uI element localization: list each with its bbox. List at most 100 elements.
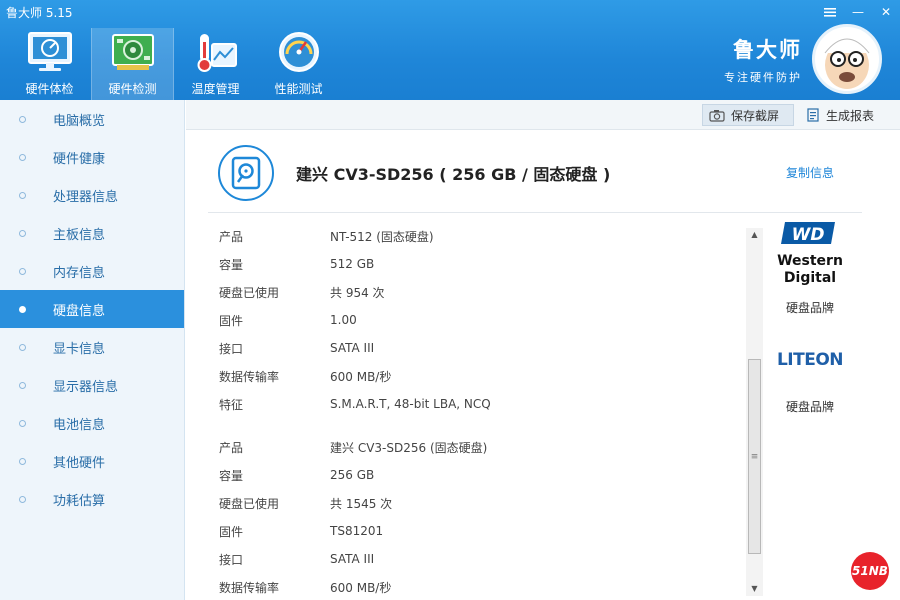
info-value: 512 GB [330,257,375,271]
info-row: 接口 SATA III [219,545,739,573]
sidebar-item-cpu[interactable]: 处理器信息 [0,176,184,214]
info-value: 共 954 次 [330,285,385,300]
brand-name: 鲁大师 [733,38,802,62]
svg-text:Western: Western [777,253,843,269]
sidebar-item-power[interactable]: 功耗估算 [0,480,184,518]
bullet-icon [19,192,26,199]
scroll-thumb[interactable]: ≡ [748,359,761,554]
info-row: 容量 256 GB [219,461,739,489]
info-row: 产品 建兴 CV3-SD256 (固态硬盘) [219,433,739,461]
camera-icon [709,109,725,122]
svg-text:WD: WD [792,225,825,245]
bullet-icon [19,306,26,313]
sidebar-item-memory[interactable]: 内存信息 [0,252,184,290]
tab-hardware-checkup[interactable]: 硬件体检 [8,28,91,100]
info-row: 硬盘已使用 共 954 次 [219,278,739,306]
app-title: 鲁大师 5.15 [6,6,73,20]
sidebar-item-label: 其他硬件 [53,455,106,471]
tab-label: 硬件体检 [25,82,74,96]
brand-caption: 硬盘品牌 [785,301,834,315]
sidebar: 电脑概览 硬件健康 处理器信息 主板信息 内存信息 硬盘信息 显卡信息 显示器信… [0,100,185,600]
bullet-icon [19,458,26,465]
info-value: 1.00 [330,313,357,327]
info-row: 固件 1.00 [219,306,739,334]
sidebar-item-health[interactable]: 硬件健康 [0,138,184,176]
sidebar-item-label: 电池信息 [53,417,106,433]
sidebar-item-label: 功耗估算 [53,493,106,509]
scroll-down-icon[interactable]: ▼ [746,582,763,596]
sidebar-item-label: 电脑概览 [53,113,106,129]
report-icon [807,108,819,122]
info-key: 固件 [219,524,244,539]
sidebar-item-battery[interactable]: 电池信息 [0,404,184,442]
bullet-icon [19,154,26,161]
info-key: 特征 [219,397,244,412]
bullet-icon [19,268,26,275]
info-key: 数据传输率 [219,580,280,595]
sidebar-item-label: 硬盘信息 [53,303,106,319]
brand-slogan: 专注硬件防护 [724,71,802,84]
tab-hardware-detect[interactable]: 硬件检测 [91,28,174,100]
thermometer-icon [197,34,237,72]
close-button[interactable]: ✕ [872,0,900,24]
info-key: 固件 [219,313,244,328]
info-value: 建兴 CV3-SD256 (固态硬盘) [330,440,488,455]
info-value: SATA III [330,552,375,566]
sidebar-item-other[interactable]: 其他硬件 [0,442,184,480]
info-value: 600 MB/秒 [330,369,392,384]
info-row: 硬盘已使用 共 1545 次 [219,489,739,517]
info-row: 固件 TS81201 [219,517,739,545]
divider [208,212,862,213]
window-controls: — ✕ [816,0,900,24]
info-key: 容量 [219,468,244,483]
tab-label: 性能测试 [274,82,323,96]
monitor-check-icon [27,32,72,71]
info-value: 共 1545 次 [330,496,393,511]
avatar[interactable] [812,24,882,94]
info-value: S.M.A.R.T, 48-bit LBA, NCQ [330,397,491,411]
bullet-icon [19,230,26,237]
info-row: 特征 S.M.A.R.T, 48-bit LBA, NCQ [219,390,739,418]
minimize-button[interactable]: — [844,0,872,24]
info-value: SATA III [330,341,375,355]
bullet-icon [19,344,26,351]
sidebar-item-disk[interactable]: 硬盘信息 [0,290,184,328]
scrollbar[interactable]: ▲ ≡ ▼ [746,228,763,596]
brand: 鲁大师 专注硬件防护 [724,34,802,85]
generate-report-button[interactable]: 生成报表 [804,104,874,126]
tab-temperature[interactable]: 温度管理 [174,28,257,100]
generate-report-label: 生成报表 [826,108,875,123]
brand-column: WD Western Digital 硬盘品牌 LITEON 硬盘品牌 [770,218,850,415]
info-key: 产品 [219,229,244,244]
sidebar-item-label: 处理器信息 [53,189,119,205]
sidebar-item-label: 内存信息 [53,265,106,281]
tab-performance[interactable]: 性能测试 [257,28,340,100]
sidebar-item-monitor[interactable]: 显示器信息 [0,366,184,404]
copy-info-link[interactable]: 复制信息 [786,164,834,181]
menu-icon[interactable] [816,0,844,24]
info-row: 产品 NT-512 (固态硬盘) [219,222,739,250]
main-tabs: 硬件体检 硬件检测 温度管理 性能测试 [8,28,340,100]
save-screenshot-button[interactable]: 保存截屏 [702,104,794,126]
sidebar-item-motherboard[interactable]: 主板信息 [0,214,184,252]
disk-title: 建兴 CV3-SD256 ( 256 GB / 固态硬盘 ) [296,165,611,184]
scroll-up-icon[interactable]: ▲ [746,228,763,242]
svg-text:Digital: Digital [784,270,836,286]
info-row: 接口 SATA III [219,334,739,362]
save-screenshot-label: 保存截屏 [731,108,780,123]
sidebar-item-overview[interactable]: 电脑概览 [0,100,184,138]
sidebar-item-gpu[interactable]: 显卡信息 [0,328,184,366]
bullet-icon [19,496,26,503]
info-row: 容量 512 GB [219,250,739,278]
bullet-icon [19,420,26,427]
info-key: 硬盘已使用 [219,496,280,511]
info-row: 数据传输率 600 MB/秒 [219,362,739,390]
watermark-logo: 51NB [851,552,889,590]
info-key: 接口 [219,552,244,567]
info-row: 数据传输率 600 MB/秒 [219,573,739,600]
info-value: 256 GB [330,468,375,482]
disk-info-list: 产品 NT-512 (固态硬盘) 容量 512 GB 硬盘已使用 共 954 次 固件… [219,222,739,600]
info-key: 接口 [219,341,244,356]
liteon-logo: LITEON [776,350,844,370]
